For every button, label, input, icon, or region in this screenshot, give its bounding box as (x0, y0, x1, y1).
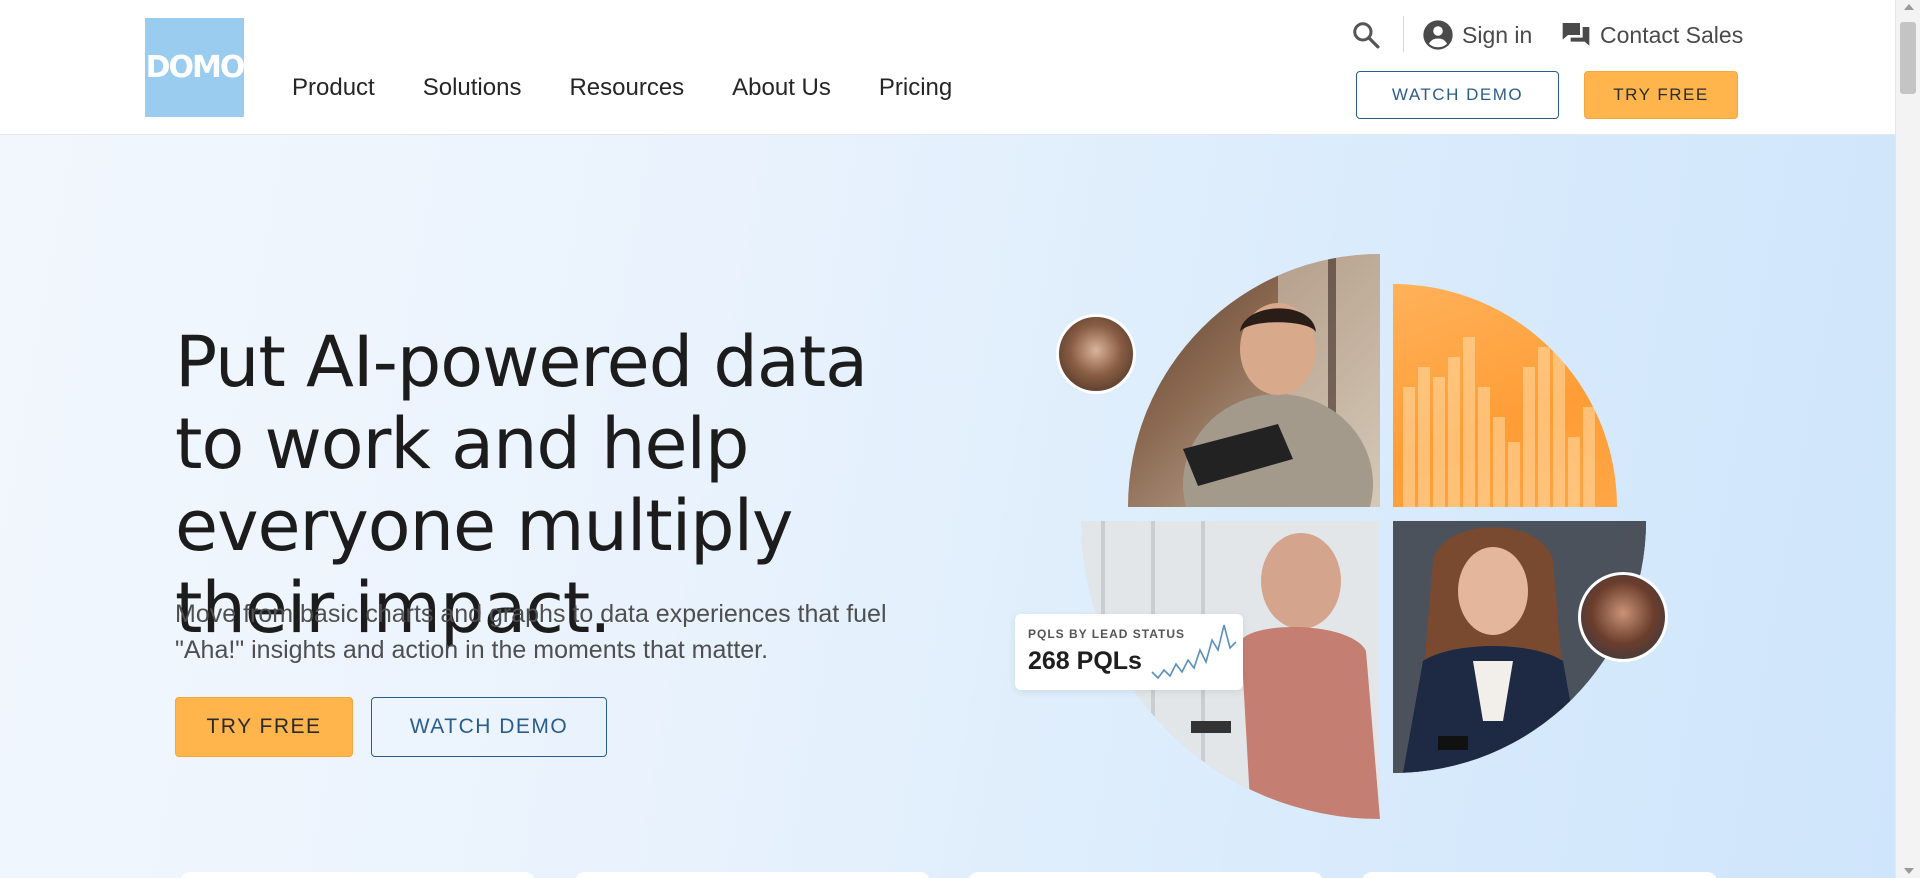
photo-man-with-tablet (1128, 254, 1380, 507)
search-button[interactable] (1349, 18, 1383, 52)
main-nav: Product Solutions Resources About Us Pri… (292, 74, 952, 102)
pql-value: 268 PQLs (1028, 647, 1142, 675)
decor-bar (1583, 407, 1595, 507)
nav-item-about-us[interactable]: About Us (732, 74, 831, 102)
hero-watch-demo-button[interactable]: WATCH DEMO (371, 697, 607, 757)
header-watch-demo-button[interactable]: WATCH DEMO (1356, 71, 1559, 119)
page-scrollbar[interactable] (1895, 0, 1920, 878)
orange-bar-chart-graphic (1393, 284, 1617, 507)
utility-divider (1403, 16, 1404, 52)
scroll-down-arrow-icon[interactable] (1904, 868, 1914, 874)
decor-bar (1448, 357, 1460, 507)
feature-card-edge (968, 872, 1323, 878)
pql-sparkline (1151, 624, 1237, 680)
header-try-free-button[interactable]: TRY FREE (1584, 71, 1738, 119)
scroll-up-arrow-icon[interactable] (1904, 4, 1914, 10)
chat-bubbles-icon (1562, 23, 1590, 46)
account-circle-icon (1423, 20, 1453, 50)
decor-bar (1403, 387, 1415, 507)
nav-item-pricing[interactable]: Pricing (879, 74, 952, 102)
decor-bar (1538, 347, 1550, 507)
decor-bar (1463, 337, 1475, 507)
decor-bar (1478, 387, 1490, 507)
feature-card-edge (1362, 872, 1717, 878)
pql-stat-card: PQLS BY LEAD STATUS 268 PQLs (1015, 614, 1243, 690)
sign-in-link[interactable]: Sign in (1422, 18, 1532, 52)
avatar-woman (1056, 314, 1136, 394)
domo-logo[interactable]: DOMO (145, 18, 246, 117)
man-with-tablet-illustration (1183, 254, 1380, 507)
nav-item-product[interactable]: Product (292, 74, 375, 102)
contact-sales-link[interactable]: Contact Sales (1560, 18, 1743, 52)
decor-bar (1493, 417, 1505, 507)
nav-item-resources[interactable]: Resources (569, 74, 684, 102)
decor-bar (1568, 437, 1580, 507)
scrollbar-thumb[interactable] (1900, 22, 1916, 94)
logo-text: DOMO (145, 50, 246, 85)
hero-image-collage: PQLS BY LEAD STATUS 268 PQLs (1010, 254, 1690, 824)
feature-card-edge (180, 872, 535, 878)
site-header: DOMO Product Solutions Resources About U… (0, 0, 1895, 135)
hero-try-free-button[interactable]: TRY FREE (175, 697, 353, 757)
decor-bar (1508, 442, 1520, 507)
nav-item-solutions[interactable]: Solutions (423, 74, 522, 102)
search-icon (1353, 22, 1380, 49)
hero-subtitle: Move from basic charts and graphs to dat… (175, 600, 887, 664)
decor-bar (1553, 352, 1565, 507)
feature-card-edge (575, 872, 930, 878)
decor-bar (1523, 367, 1535, 507)
decor-bar (1433, 377, 1445, 507)
sign-in-label: Sign in (1462, 21, 1533, 48)
avatar-woman-smiling (1578, 572, 1668, 662)
contact-sales-label: Contact Sales (1600, 21, 1744, 48)
decor-bar (1418, 367, 1430, 507)
